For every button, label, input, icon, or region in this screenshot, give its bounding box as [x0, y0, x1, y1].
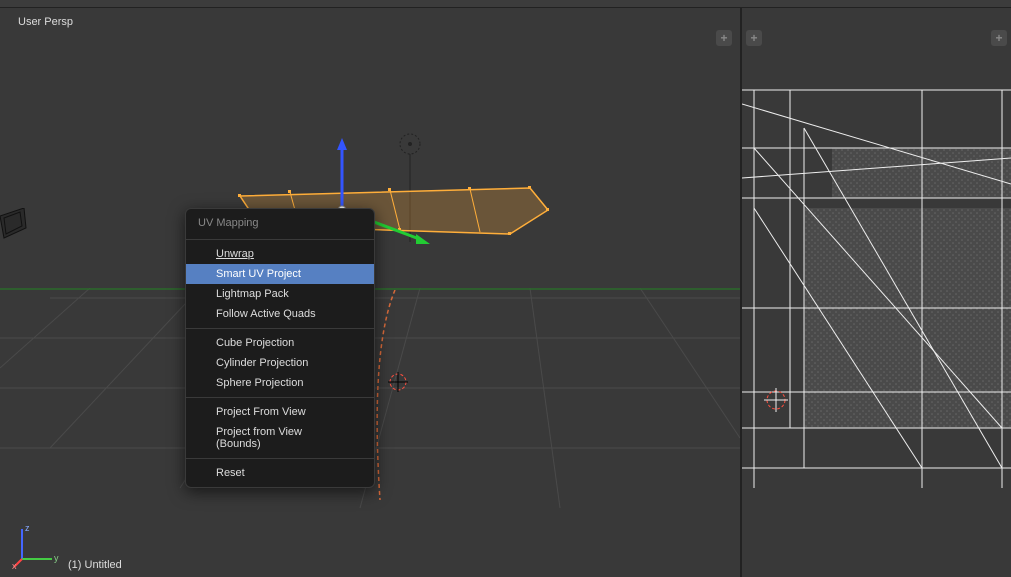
menu-item-lightmap-pack[interactable]: Lightmap Pack — [186, 284, 374, 304]
menu-item-reset[interactable]: Reset — [186, 463, 374, 483]
menu-title: UV Mapping — [186, 209, 374, 235]
menu-item-unwrap[interactable]: Unwrap — [186, 244, 374, 264]
cursor-3d-icon — [386, 370, 410, 394]
svg-text:x: x — [12, 561, 17, 569]
menu-separator — [186, 239, 374, 240]
svg-text:y: y — [54, 553, 59, 563]
menu-item-project-from-view-bounds[interactable]: Project from View (Bounds) — [186, 422, 374, 454]
uv-mapping-menu: UV Mapping Unwrap Smart UV Project Light… — [185, 208, 375, 488]
red-dashed-guide — [370, 290, 410, 500]
menu-item-project-from-view[interactable]: Project From View — [186, 402, 374, 422]
lamp-object — [394, 132, 426, 242]
top-bar — [0, 0, 1011, 8]
menu-item-cube-projection[interactable]: Cube Projection — [186, 333, 374, 353]
menu-item-cylinder-projection[interactable]: Cylinder Projection — [186, 353, 374, 373]
menu-item-sphere-projection[interactable]: Sphere Projection — [186, 373, 374, 393]
uv-layout — [742, 8, 1011, 577]
camera-object — [0, 208, 30, 244]
viewport-3d[interactable]: User Persp + — [0, 8, 740, 577]
menu-separator — [186, 328, 374, 329]
axis-tripod-icon: z y x — [12, 521, 60, 569]
viewport-status-label: (1) Untitled — [68, 559, 122, 571]
menu-item-smart-uv-project[interactable]: Smart UV Project — [186, 264, 374, 284]
menu-separator — [186, 397, 374, 398]
uv-cursor-icon — [762, 386, 790, 414]
menu-separator — [186, 458, 374, 459]
svg-text:z: z — [25, 523, 30, 533]
menu-item-follow-active-quads[interactable]: Follow Active Quads — [186, 304, 374, 324]
viewport-expand-button[interactable]: + — [716, 30, 732, 46]
viewport-uv-editor[interactable]: + + — [742, 8, 1011, 577]
view-perspective-label: User Persp — [18, 16, 73, 28]
